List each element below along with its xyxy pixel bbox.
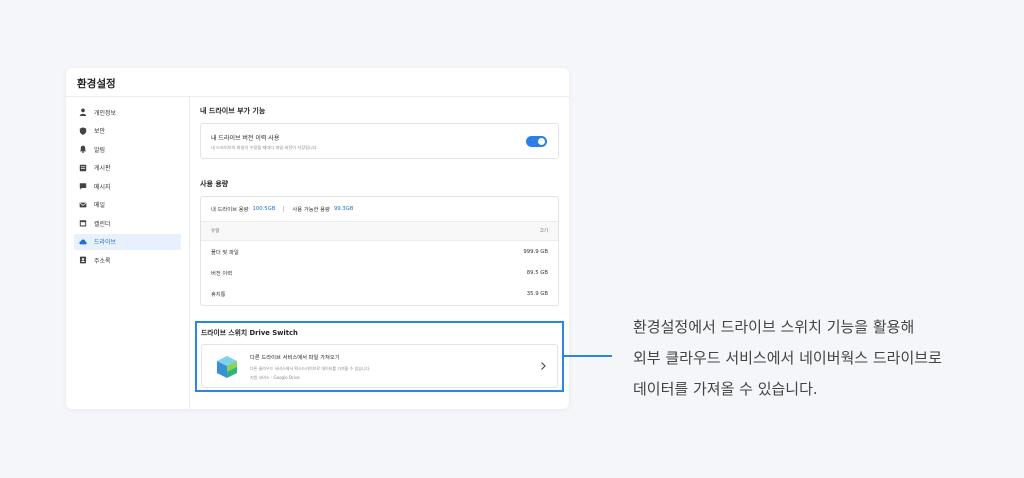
mail-icon [79, 201, 87, 209]
my-drive-usage-value: 100.5GB [252, 206, 276, 212]
table-row: 버전 이력 89.5 GB [201, 262, 558, 283]
sidebar-item-label: 캘린더 [94, 220, 111, 228]
window-title: 환경설정 [66, 68, 569, 97]
person-icon [79, 108, 87, 116]
sidebar-item-profile[interactable]: 개인정보 [74, 104, 181, 120]
row-type: 휴지통 [211, 291, 226, 298]
drive-switch-desc: 다른 클라우드 서비스에서 웍스드라이브로 데이터를 가져올 수 있습니다. [250, 366, 371, 371]
available-usage-label: 사용 가능한 용량 [292, 207, 330, 213]
drive-switch-supported: 지원 서비스 : Google Drive [250, 375, 300, 380]
board-icon [79, 164, 87, 172]
row-type: 버전 이력 [211, 270, 233, 277]
sidebar-item-label: 보안 [94, 128, 106, 135]
drive-switch-import-card[interactable]: 다른 드라이브 서비스에서 파일 가져오기 다른 클라우드 서비스에서 웍스드라… [201, 344, 558, 388]
row-size: 89.5 GB [526, 269, 548, 276]
sidebar-item-label: 메시지 [94, 183, 111, 191]
version-history-desc: 내 드라이브의 파일이 수정될 때마다 파일 버전이 저장됩니다. [211, 145, 318, 150]
cloud-icon [79, 238, 87, 246]
sidebar-item-drive[interactable]: 드라이브 [74, 233, 181, 250]
callout-caption: 환경설정에서 드라이브 스위치 기능을 활용해 외부 클라우드 서비스에서 네이… [633, 312, 1018, 405]
usage-table-header: 유형 크기 [201, 222, 558, 241]
drive-switch-main-text: 다른 드라이브 서비스에서 파일 가져오기 [250, 355, 340, 361]
sidebar-item-label: 주소록 [94, 257, 111, 265]
shield-icon [79, 126, 87, 135]
usage-section-title: 사용 용량 [200, 180, 229, 188]
sidebar-item-board[interactable]: 게시판 [74, 160, 181, 176]
column-type: 유형 [211, 229, 220, 234]
caption-line: 환경설정에서 드라이브 스위치 기능을 활용해 [633, 318, 915, 336]
sidebar-item-messages[interactable]: 메시지 [74, 178, 181, 194]
sidebar-item-notifications[interactable]: 알림 [74, 141, 181, 157]
my-drive-usage-label: 내 드라이브 용량 [211, 207, 249, 213]
version-history-toggle[interactable] [526, 136, 547, 147]
table-row: 폴더 및 파일 999.9 GB [201, 241, 558, 262]
sidebar-item-security[interactable]: 보안 [74, 123, 181, 139]
drive-switch-highlight: 드라이브 스위치 Drive Switch 다른 드라이브 서비스에서 파일 가… [195, 321, 564, 392]
drive-switch-section-title: 드라이브 스위치 Drive Switch [201, 329, 298, 337]
caption-line: 외부 클라우드 서비스에서 네이버웍스 드라이브로 [633, 349, 942, 367]
contacts-icon [79, 256, 87, 264]
version-history-title: 내 드라이브 버전 이력 사용 [211, 135, 280, 142]
caption-line: 데이터를 가져올 수 있습니다. [633, 380, 818, 398]
message-icon [79, 182, 87, 190]
row-size: 35.9 GB [526, 290, 548, 297]
sidebar-item-contacts[interactable]: 주소록 [74, 252, 181, 268]
bell-icon [79, 145, 87, 153]
divider [283, 206, 285, 212]
settings-sidebar: 개인정보 보안 알림 게시판 메시지 메일 캘린더 드라이브 주소록 [66, 97, 190, 409]
callout-connector-line [564, 355, 612, 357]
sidebar-item-label: 메일 [94, 202, 106, 209]
table-row: 휴지통 35.9 GB [201, 283, 558, 304]
row-size: 999.9 GB [523, 248, 548, 255]
calendar-icon [79, 219, 87, 227]
sidebar-item-mail[interactable]: 메일 [74, 197, 181, 213]
addons-section-title: 내 드라이브 부가 기능 [200, 107, 266, 115]
usage-card: 내 드라이브 용량 100.5GB 사용 가능한 용량 99.3GB 유형 크기… [200, 196, 559, 306]
sidebar-item-label: 게시판 [94, 165, 111, 172]
chevron-right-icon [541, 362, 546, 370]
sidebar-item-label: 드라이브 [94, 239, 117, 246]
sidebar-item-label: 알림 [94, 146, 106, 154]
usage-summary: 내 드라이브 용량 100.5GB 사용 가능한 용량 99.3GB [201, 197, 558, 222]
drive-switch-cube-icon [217, 356, 237, 378]
available-usage-value: 99.3GB [333, 206, 354, 212]
row-type: 폴더 및 파일 [211, 249, 239, 256]
column-size: 크기 [539, 229, 548, 234]
version-history-card: 내 드라이브 버전 이력 사용 내 드라이브의 파일이 수정될 때마다 파일 버… [200, 123, 559, 159]
sidebar-item-calendar[interactable]: 캘린더 [74, 215, 181, 231]
sidebar-item-label: 개인정보 [94, 109, 117, 117]
